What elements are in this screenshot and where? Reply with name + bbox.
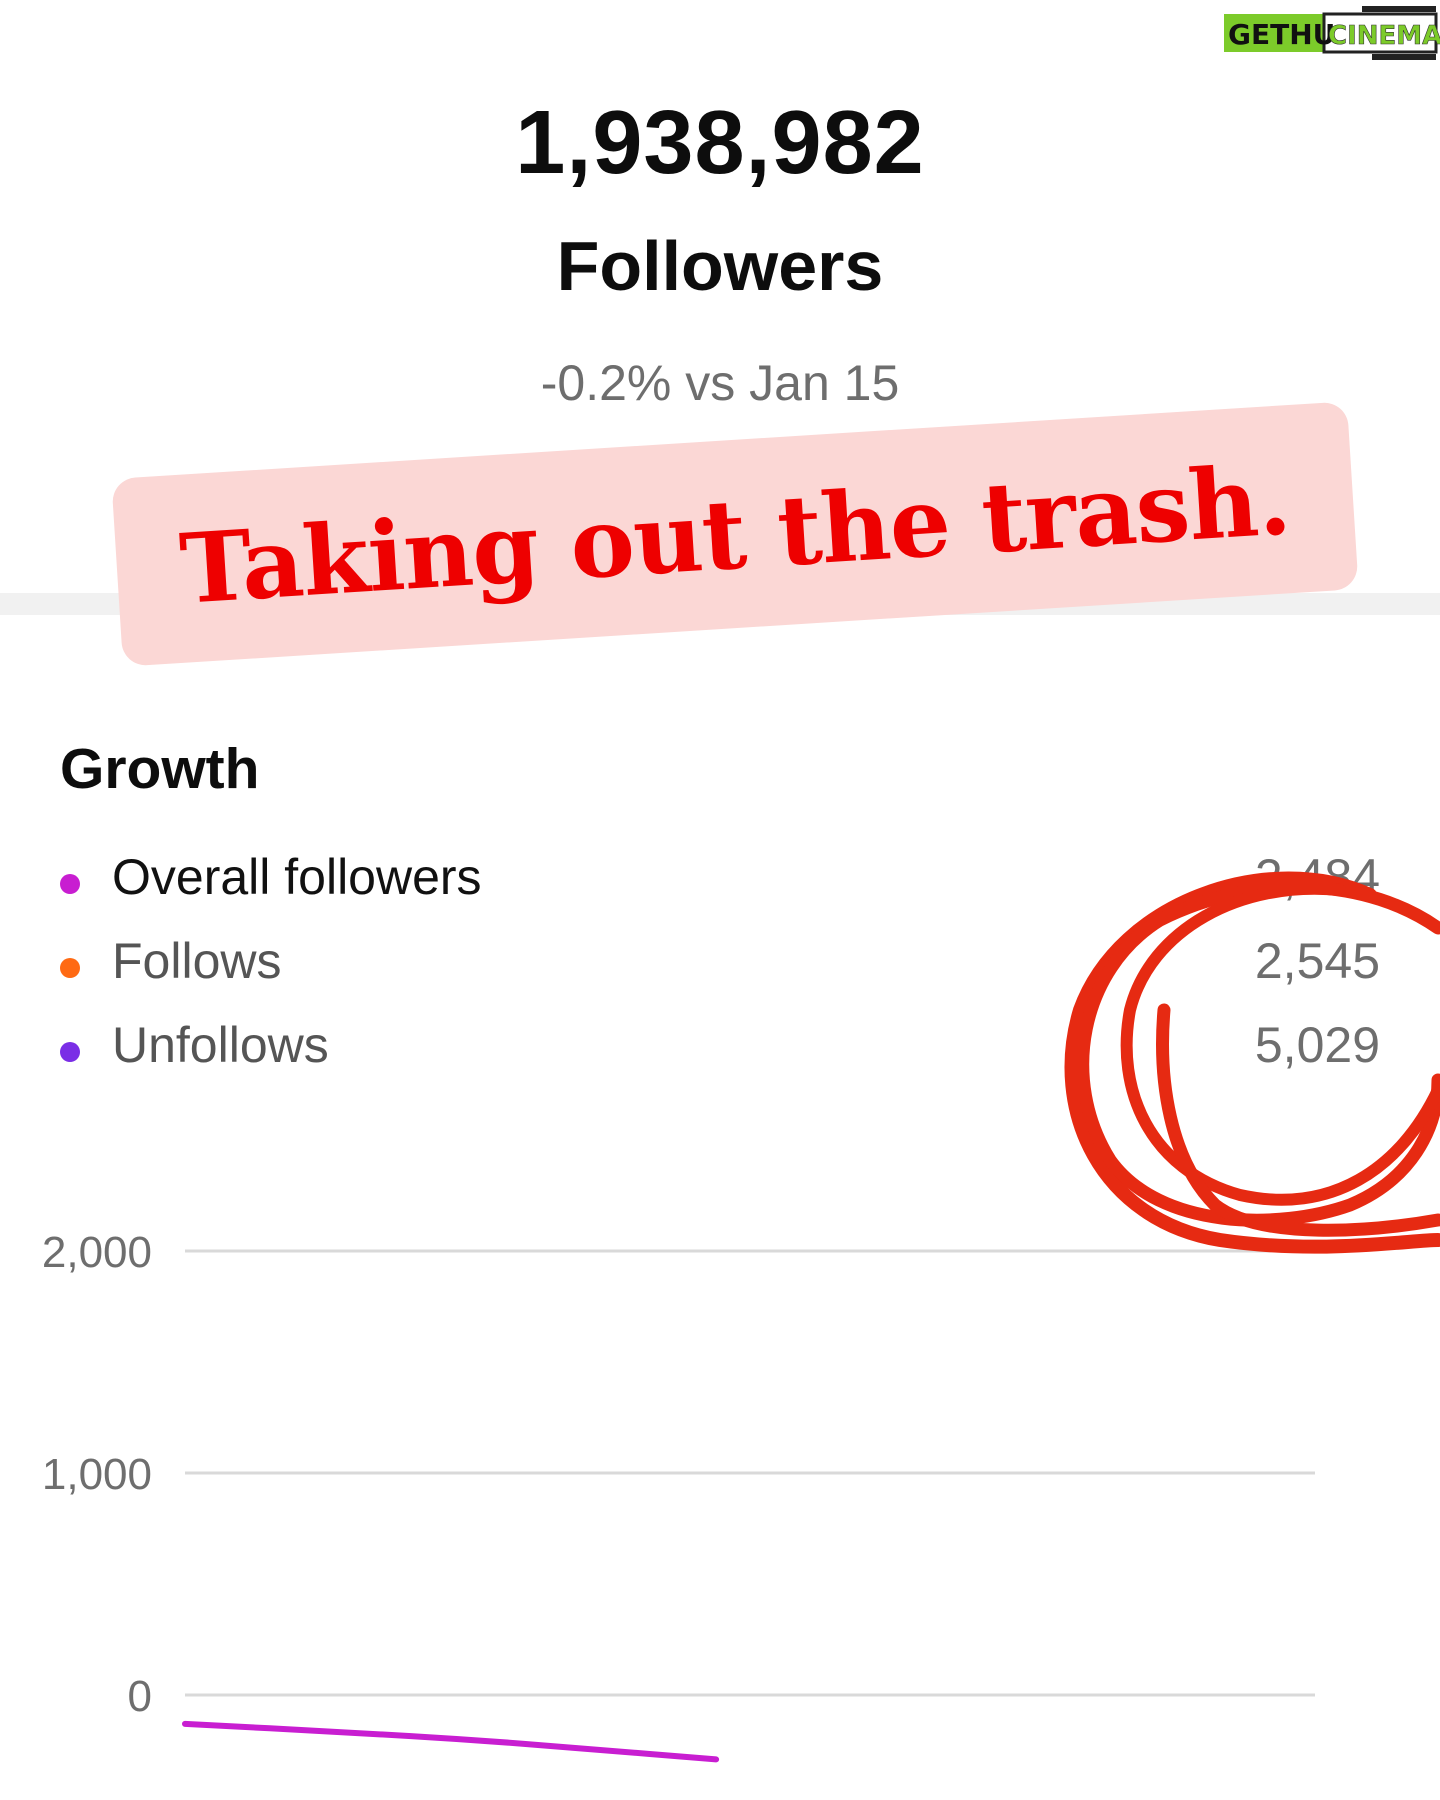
growth-title: Growth [60, 737, 260, 801]
caption-banner: Taking out the trash. [111, 401, 1359, 667]
legend-item-unfollows[interactable]: Unfollows 5,029 [0, 1016, 1440, 1086]
change-comparison: -0.2% vs Jan 15 [540, 355, 900, 411]
growth-chart: 2,000 1,000 0 [0, 1200, 1440, 1800]
follower-label: Followers [556, 227, 884, 305]
y-tick-label: 2,000 [42, 1228, 152, 1277]
svg-text:GETHU: GETHU [1228, 18, 1335, 51]
growth-chart-svg: 2,000 1,000 0 [42, 1228, 1315, 1763]
unfollows-dot [60, 1042, 80, 1062]
legend-item-follows[interactable]: Follows 2,545 [0, 932, 1440, 1002]
watermark-logo: GETHU CINEMA [1222, 4, 1440, 62]
series-line-overall-followers [182, 1720, 720, 1763]
legend-label: Unfollows [112, 1017, 329, 1073]
legend-value: 2,484 [1254, 849, 1380, 905]
legend-label: Follows [112, 933, 282, 989]
follower-count: 1,938,982 [515, 93, 925, 193]
legend-value: 5,029 [1254, 1017, 1380, 1073]
legend-label: Overall followers [112, 849, 482, 905]
y-tick-label: 0 [128, 1672, 152, 1721]
overall-followers-dot [60, 874, 80, 894]
y-tick-label: 1,000 [42, 1450, 152, 1499]
legend-item-overall-followers[interactable]: Overall followers 2,484 [0, 848, 1440, 918]
follows-dot [60, 958, 80, 978]
caption-text: Taking out the trash. [176, 442, 1294, 626]
svg-text:CINEMA: CINEMA [1328, 21, 1440, 51]
legend-value: 2,545 [1254, 933, 1380, 989]
